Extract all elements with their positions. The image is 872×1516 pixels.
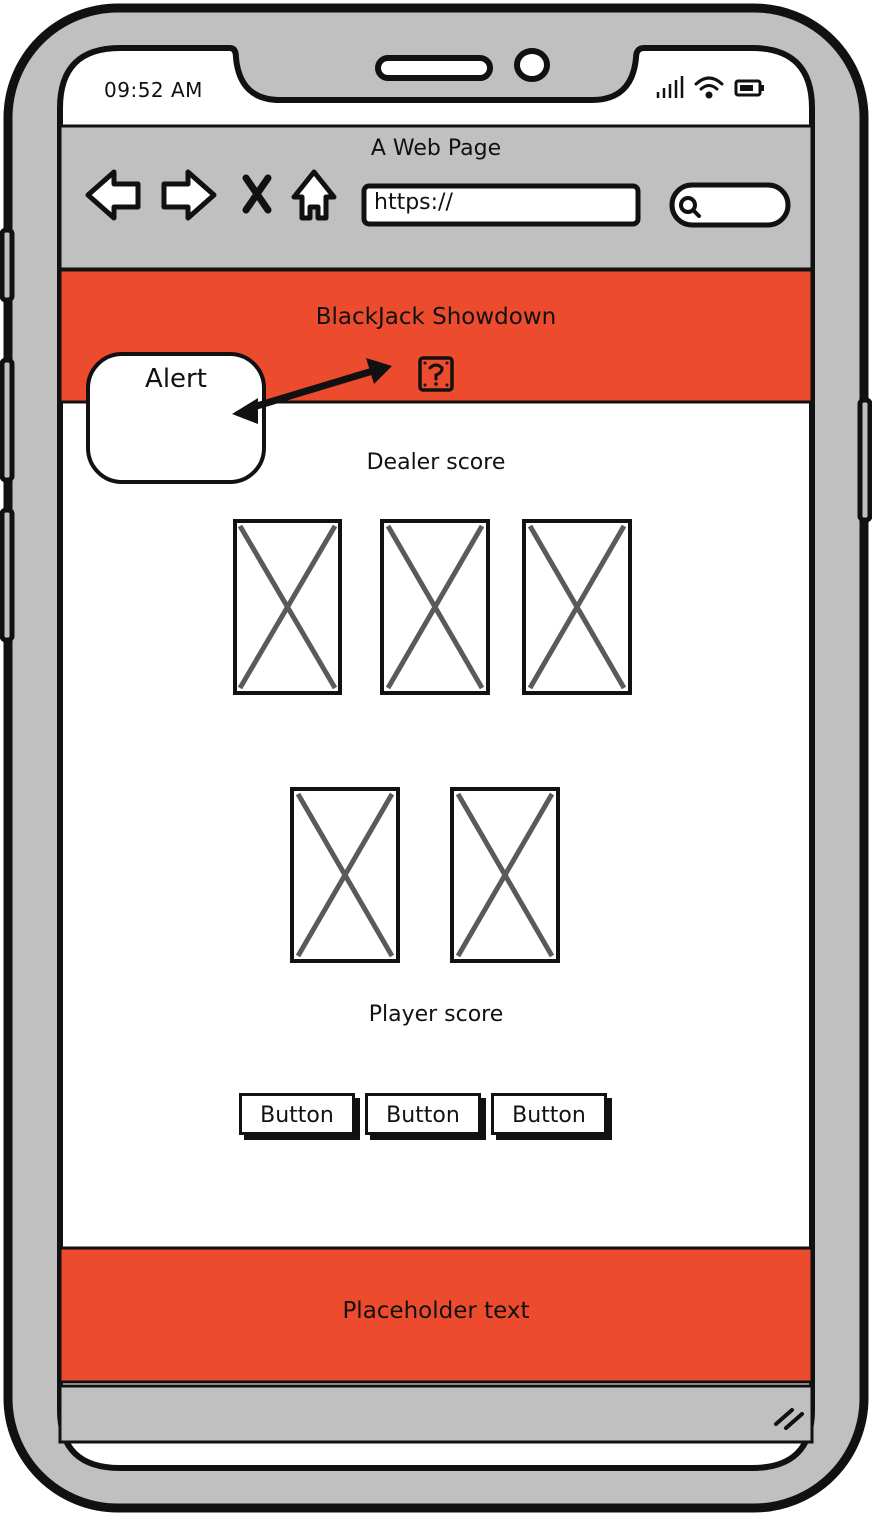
app-header-title: BlackJack Showdown (315, 304, 557, 330)
double-arrow-icon (230, 358, 394, 418)
back-arrow-icon[interactable] (84, 168, 142, 222)
forward-arrow-icon[interactable] (160, 168, 218, 222)
dealer-card-placeholders (233, 519, 632, 695)
browser-page-title: A Web Page (370, 136, 502, 161)
action-button-1[interactable]: Button (239, 1093, 355, 1135)
dealer-score-label: Dealer score (366, 450, 506, 475)
footer-placeholder-text: Placeholder text (342, 1298, 530, 1324)
home-icon[interactable] (290, 168, 338, 222)
url-text: https:// (374, 190, 453, 215)
action-button-3[interactable]: Button (491, 1093, 607, 1135)
status-time: 09:52 AM (104, 78, 203, 102)
help-question-icon[interactable] (418, 356, 454, 392)
action-button-2[interactable]: Button (365, 1093, 481, 1135)
close-x-icon[interactable] (238, 172, 276, 216)
player-score-label: Player score (368, 1002, 504, 1027)
resize-grip-icon[interactable] (770, 1404, 808, 1434)
phone-mockup: 09:52 AM A Web Page https:// BlackJack S… (0, 0, 872, 1516)
phone-frame (0, 3, 872, 1513)
search-icon (678, 195, 704, 221)
